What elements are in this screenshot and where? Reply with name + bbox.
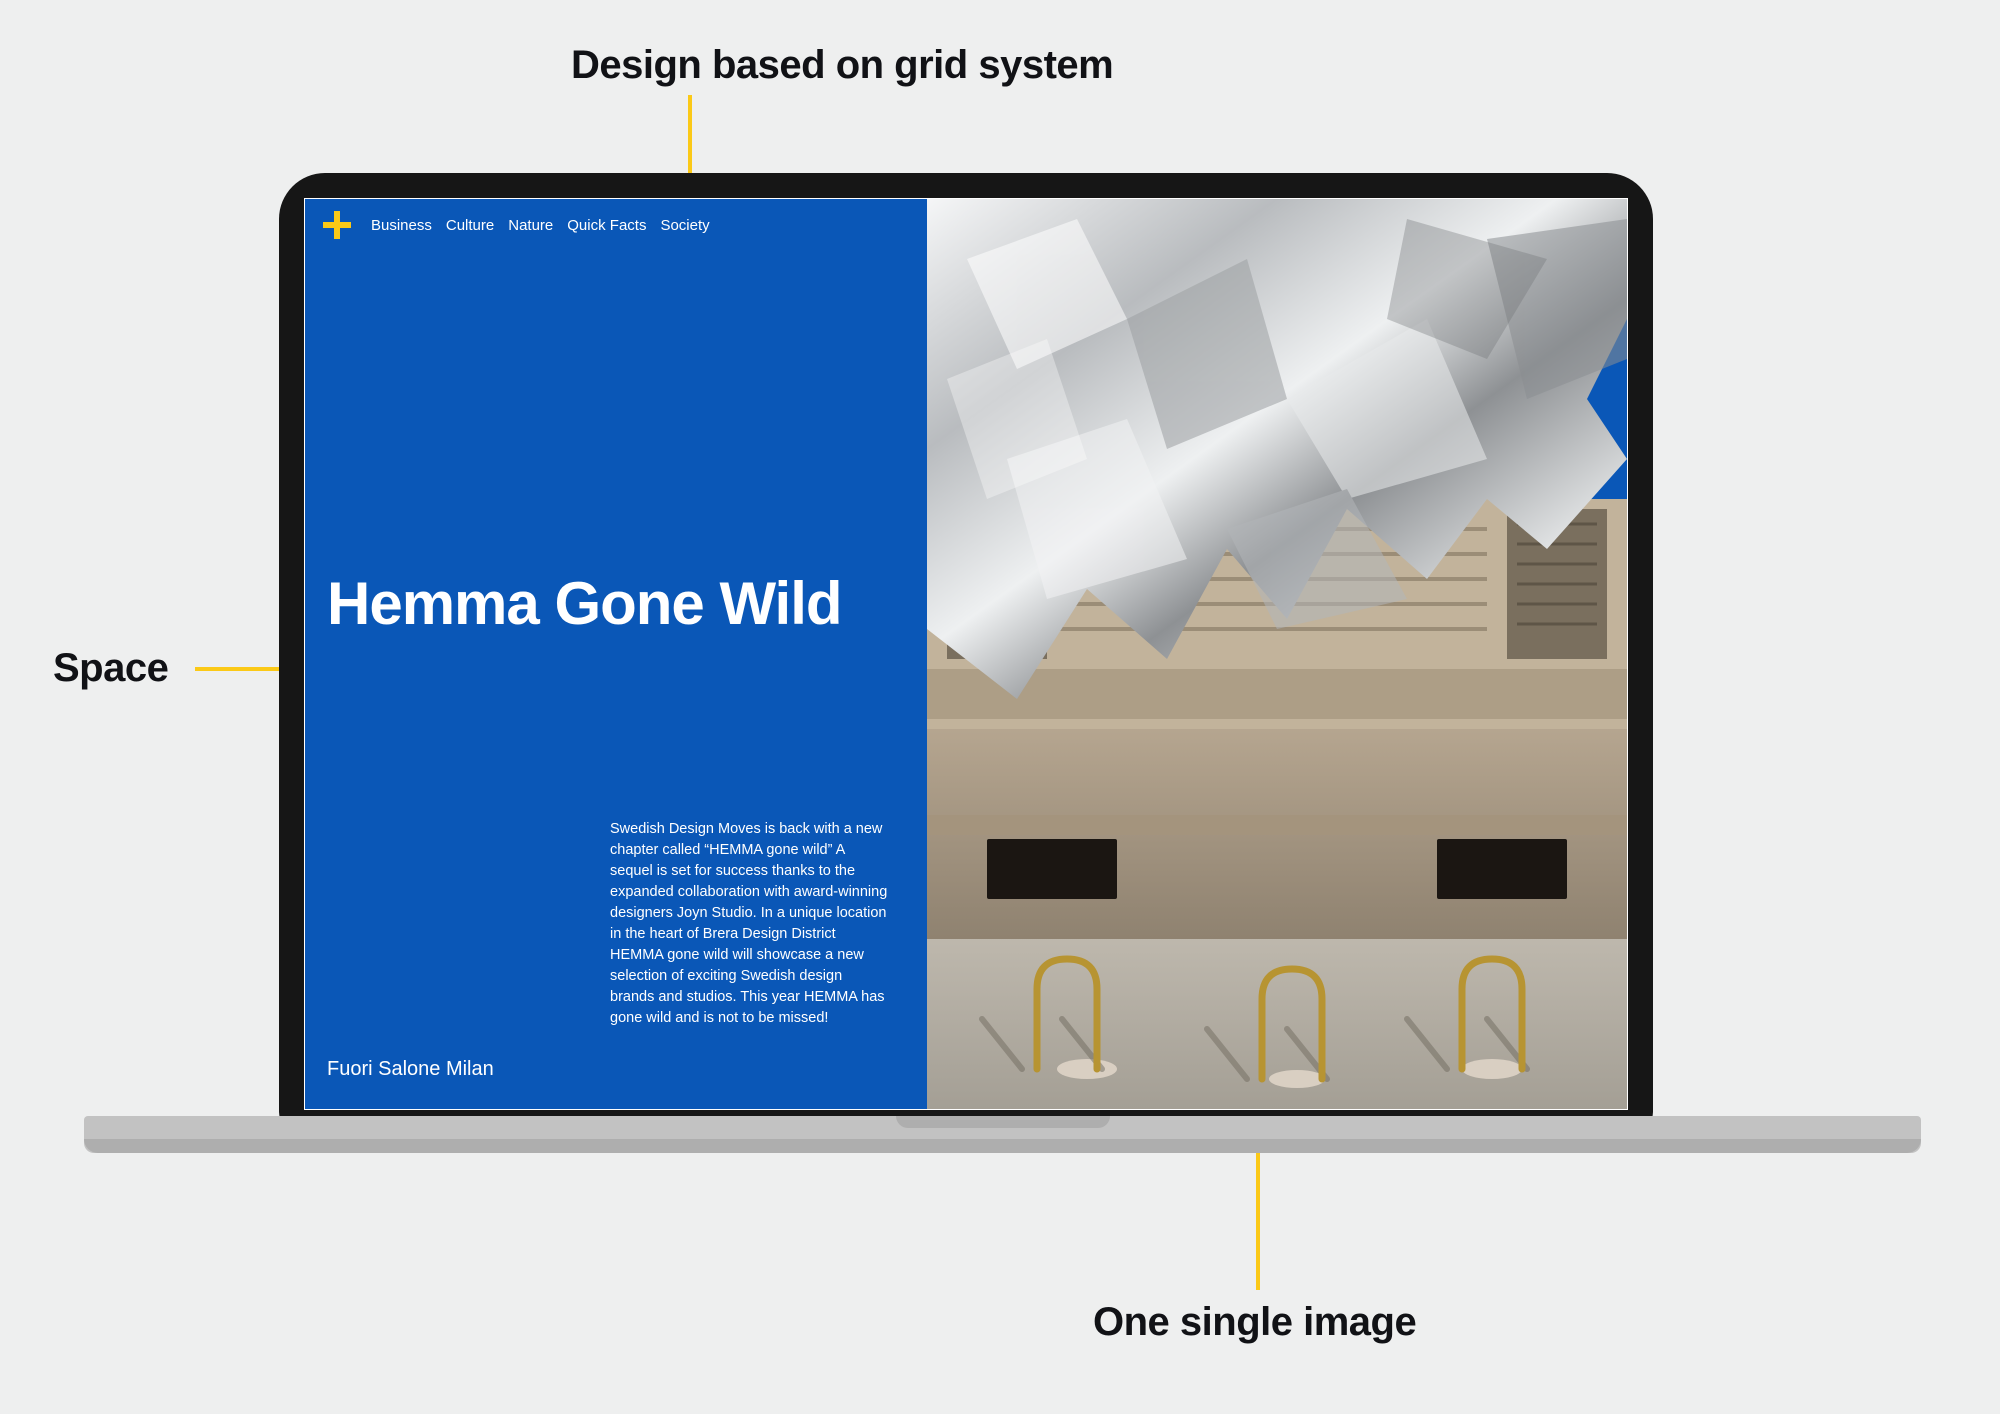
diagram-stage: Design based on grid system Space One si… <box>0 0 2000 1414</box>
page-body: Swedish Design Moves is back with a new … <box>610 819 890 1029</box>
page-headline: Hemma Gone Wild <box>327 569 842 638</box>
annotation-bottom: One single image <box>1093 1300 1416 1345</box>
annotation-left: Space <box>53 646 168 691</box>
nav-item-society[interactable]: Society <box>660 217 709 234</box>
top-nav: Business Culture Nature Quick Facts Soci… <box>323 211 710 239</box>
nav-item-business[interactable]: Business <box>371 217 432 234</box>
nav-item-culture[interactable]: Culture <box>446 217 494 234</box>
sweden-flag-icon <box>323 211 351 239</box>
hero-image <box>927 199 1627 1109</box>
laptop-base <box>84 1116 1921 1153</box>
annotation-top: Design based on grid system <box>571 43 1113 88</box>
laptop-trackpad-notch <box>896 1116 1110 1128</box>
page-subtitle: Fuori Salone Milan <box>327 1058 494 1081</box>
nav-item-nature[interactable]: Nature <box>508 217 553 234</box>
laptop-frame: Business Culture Nature Quick Facts Soci… <box>279 173 1653 1130</box>
nav-links: Business Culture Nature Quick Facts Soci… <box>371 217 710 234</box>
nav-item-quickfacts[interactable]: Quick Facts <box>567 217 646 234</box>
laptop-screen: Business Culture Nature Quick Facts Soci… <box>304 198 1628 1110</box>
